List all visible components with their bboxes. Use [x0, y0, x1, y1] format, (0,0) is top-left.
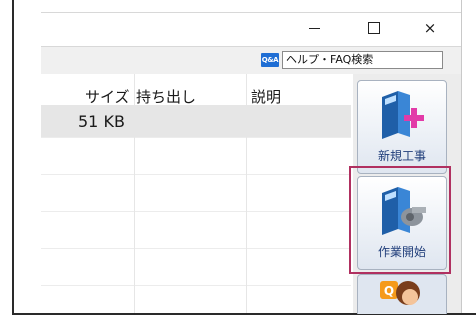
column-header-description[interactable]: 説明: [251, 86, 281, 107]
support-button[interactable]: Q: [357, 274, 447, 314]
cell-size: 51 KB: [78, 112, 125, 131]
row-divider: [41, 211, 351, 212]
minimize-button[interactable]: [296, 15, 332, 41]
start-work-button[interactable]: 作業開始: [357, 176, 447, 270]
file-list: サイズ 持ち出し 説明 51 KB: [41, 74, 351, 313]
maximize-icon: [368, 22, 380, 34]
right-toolbar: 新規工事 作業開始 Q: [349, 74, 461, 314]
column-separator: [246, 74, 247, 313]
row-divider: [41, 285, 351, 286]
maximize-button[interactable]: [356, 15, 392, 41]
row-divider: [41, 174, 351, 175]
close-button[interactable]: ×: [412, 15, 448, 41]
column-header-carry-out[interactable]: 持ち出し: [136, 86, 196, 107]
title-divider: [41, 12, 461, 13]
support-person-icon: Q: [380, 281, 420, 305]
column-header-size[interactable]: サイズ: [85, 86, 130, 107]
help-search-input[interactable]: ヘルプ・FAQ検索: [282, 51, 443, 69]
row-divider: [41, 248, 351, 249]
outer-frame-left: [12, 0, 14, 315]
row-divider: [41, 137, 351, 138]
screenshot-root: × Q&A ヘルプ・FAQ検索 サイズ 持ち出し 説明 51 KB 新規工事 作…: [0, 0, 476, 329]
column-separator: [134, 74, 135, 313]
help-bar: Q&A ヘルプ・FAQ検索: [41, 46, 461, 74]
minimize-icon: [308, 27, 320, 29]
faq-icon[interactable]: Q&A: [261, 53, 279, 67]
close-icon: ×: [423, 19, 437, 37]
book-whistle-icon: [382, 187, 426, 235]
start-work-label: 作業開始: [377, 245, 426, 259]
application-window: × Q&A ヘルプ・FAQ検索 サイズ 持ち出し 説明 51 KB 新規工事 作…: [41, 0, 462, 314]
svg-text:Q: Q: [384, 284, 394, 298]
